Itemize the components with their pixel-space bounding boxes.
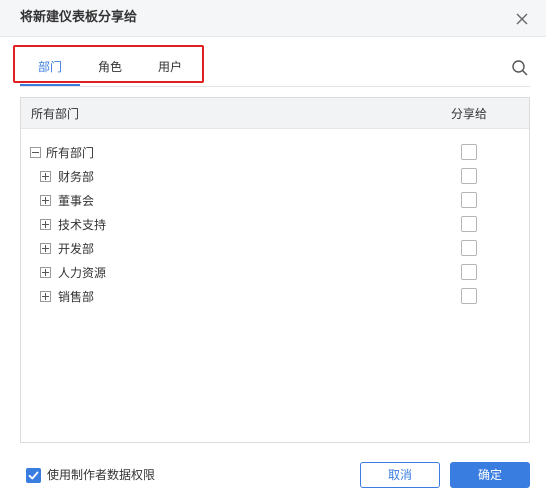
share-checkbox[interactable]	[461, 192, 477, 208]
expand-icon[interactable]	[40, 267, 51, 278]
expand-icon[interactable]	[40, 291, 51, 302]
expand-icon[interactable]	[40, 171, 51, 182]
share-checkbox[interactable]	[461, 216, 477, 232]
expand-icon[interactable]	[40, 219, 51, 230]
tree-row-department: 技术支持	[21, 213, 529, 237]
close-icon[interactable]	[512, 9, 532, 29]
department-tree-panel: 所有部门 分享给 所有部门 财务部 董事会 技术支持 开发部 人力资源 销售部	[20, 97, 530, 443]
tree-row-root: 所有部门	[21, 141, 529, 165]
column-header-department: 所有部门	[31, 107, 80, 121]
tree-row-label: 所有部门	[46, 146, 95, 160]
share-checkbox[interactable]	[461, 168, 477, 184]
column-header-share: 分享给	[451, 107, 488, 121]
cancel-button[interactable]: 取消	[360, 462, 440, 488]
tree-row-label: 董事会	[58, 194, 95, 208]
tree-row-label: 开发部	[58, 242, 95, 256]
tab-role[interactable]: 角色	[98, 59, 122, 75]
dialog-title: 将新建仪表板分享给	[20, 10, 138, 25]
tree-row-label: 技术支持	[58, 218, 107, 232]
confirm-button[interactable]: 确定	[450, 462, 530, 488]
tab-department[interactable]: 部门	[38, 59, 62, 75]
use-creator-permission-checkbox[interactable]	[26, 468, 41, 483]
collapse-icon[interactable]	[30, 147, 41, 158]
tree-row-label: 财务部	[58, 170, 95, 184]
tree-table-header: 所有部门 分享给	[21, 98, 529, 129]
dialog-header: 将新建仪表板分享给	[0, 0, 546, 37]
share-checkbox[interactable]	[461, 264, 477, 280]
search-icon[interactable]	[511, 59, 529, 77]
tree-row-department: 人力资源	[21, 261, 529, 285]
share-checkbox[interactable]	[461, 240, 477, 256]
tree-row-label: 销售部	[58, 290, 95, 304]
tree-row-department: 开发部	[21, 237, 529, 261]
share-checkbox[interactable]	[461, 144, 477, 160]
share-checkbox[interactable]	[461, 288, 477, 304]
expand-icon[interactable]	[40, 243, 51, 254]
expand-icon[interactable]	[40, 195, 51, 206]
tree-row-label: 人力资源	[58, 266, 107, 280]
tree-row-department: 董事会	[21, 189, 529, 213]
tabs-divider	[20, 86, 530, 87]
tree-row-department: 财务部	[21, 165, 529, 189]
use-creator-permission-label[interactable]: 使用制作者数据权限	[47, 468, 155, 483]
tab-user[interactable]: 用户	[158, 59, 182, 75]
tree-row-department: 销售部	[21, 285, 529, 309]
